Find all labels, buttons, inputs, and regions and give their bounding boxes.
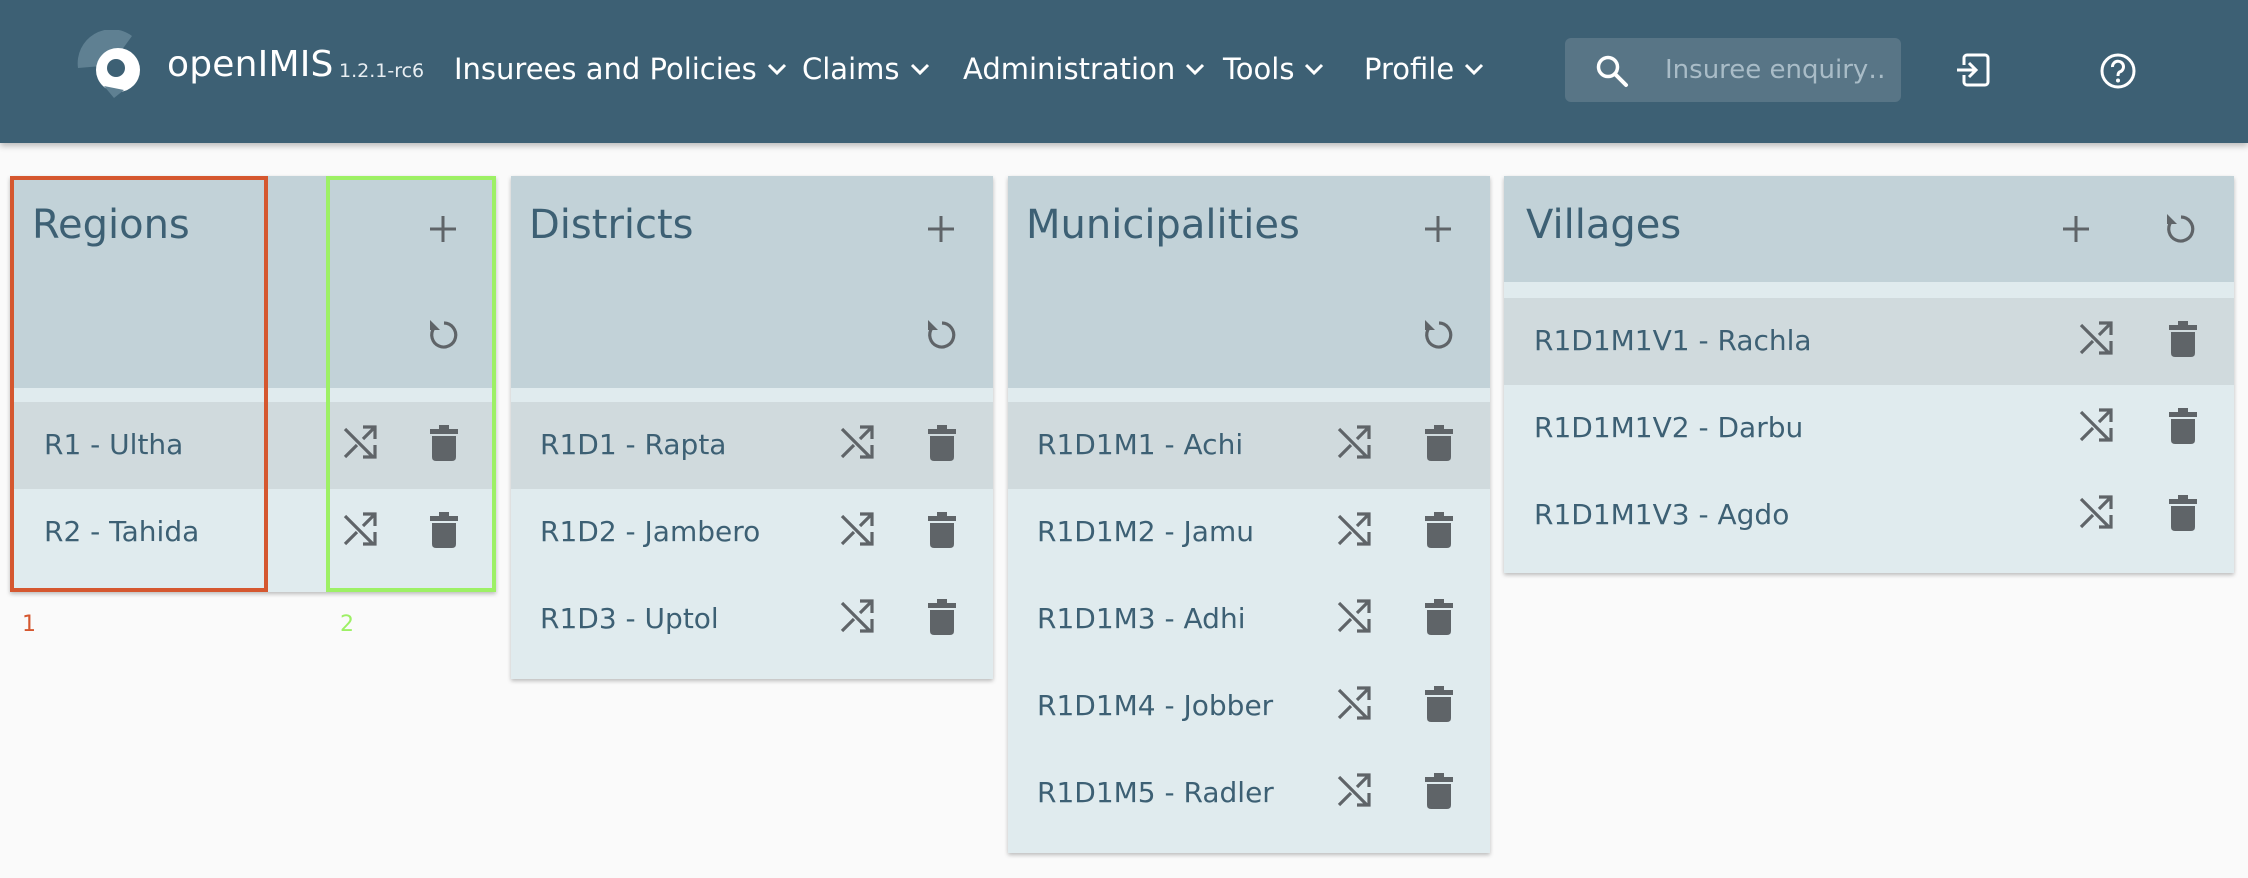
shuffle-icon[interactable] — [2078, 407, 2114, 443]
district-item[interactable]: R1D1 - Rapta — [511, 402, 993, 489]
village-item[interactable]: R1D1M1V3 - Agdo — [1504, 472, 2234, 559]
refresh-icon[interactable] — [924, 316, 960, 354]
villages-panel: Villages R1D1M1V1 - Rachla R1D1M1V2 - Da… — [1504, 176, 2234, 573]
shuffle-icon[interactable] — [1336, 424, 1372, 460]
openimis-logo — [77, 30, 140, 98]
refresh-icon[interactable] — [2163, 210, 2199, 248]
annotation-box-2 — [326, 176, 496, 592]
help-icon[interactable] — [2099, 52, 2137, 90]
district-item-label: R1D1 - Rapta — [540, 428, 727, 461]
shuffle-icon[interactable] — [1336, 598, 1372, 634]
add-icon[interactable] — [1421, 212, 1455, 246]
municipalities-title: Municipalities — [1026, 202, 1300, 248]
district-item[interactable]: R1D2 - Jambero — [511, 489, 993, 576]
shuffle-icon[interactable] — [1336, 511, 1372, 547]
districts-panel: Districts R1D1 - Rapta R1D2 - Jambero R1… — [511, 176, 993, 679]
app-bar: openIMIS 1.2.1-rc6 Insurees and Policies… — [0, 0, 2248, 143]
menu-label: Insurees and Policies — [454, 52, 757, 86]
municipality-item[interactable]: R1D1M4 - Jobber — [1008, 663, 1490, 750]
app-version: 1.2.1-rc6 — [339, 60, 425, 82]
delete-icon[interactable] — [927, 511, 957, 549]
insuree-enquiry-search — [1565, 38, 1901, 102]
annotation-box-1 — [10, 176, 268, 592]
village-item-label: R1D1M1V3 - Agdo — [1534, 498, 1790, 531]
chevron-down-icon — [910, 63, 929, 76]
village-item[interactable]: R1D1M1V2 - Darbu — [1504, 385, 2234, 472]
village-item-label: R1D1M1V2 - Darbu — [1534, 411, 1804, 444]
district-item-label: R1D3 - Uptol — [540, 602, 719, 635]
villages-title: Villages — [1526, 202, 1682, 248]
menu-label: Tools — [1223, 52, 1295, 86]
brand-name[interactable]: openIMIS — [167, 44, 334, 85]
shuffle-icon[interactable] — [839, 598, 875, 634]
municipality-item-label: R1D1M2 - Jamu — [1037, 515, 1254, 548]
refresh-icon[interactable] — [1421, 316, 1457, 354]
delete-icon[interactable] — [2168, 494, 2198, 532]
menu-tools[interactable]: Tools — [1223, 52, 1324, 86]
chevron-down-icon — [1465, 63, 1484, 76]
village-item[interactable]: R1D1M1V1 - Rachla — [1504, 298, 2234, 385]
municipality-item[interactable]: R1D1M2 - Jamu — [1008, 489, 1490, 576]
shuffle-icon[interactable] — [1336, 772, 1372, 808]
shuffle-icon[interactable] — [839, 424, 875, 460]
delete-icon[interactable] — [1424, 511, 1454, 549]
municipality-item-label: R1D1M4 - Jobber — [1037, 689, 1274, 722]
district-item-label: R1D2 - Jambero — [540, 515, 761, 548]
shuffle-icon[interactable] — [839, 511, 875, 547]
municipality-item-label: R1D1M5 - Radler — [1037, 776, 1274, 809]
menu-profile[interactable]: Profile — [1364, 52, 1484, 86]
delete-icon[interactable] — [927, 424, 957, 462]
menu-label: Administration — [963, 52, 1176, 86]
annotation-number-1: 1 — [22, 612, 36, 637]
delete-icon[interactable] — [1424, 685, 1454, 723]
menu-claims[interactable]: Claims — [802, 52, 930, 86]
insuree-enquiry-input[interactable] — [1665, 50, 1885, 90]
menu-label: Profile — [1364, 52, 1455, 86]
add-icon[interactable] — [2059, 212, 2093, 246]
municipality-item-label: R1D1M3 - Adhi — [1037, 602, 1246, 635]
menu-label: Claims — [802, 52, 900, 86]
districts-title: Districts — [529, 202, 694, 248]
shuffle-icon[interactable] — [1336, 685, 1372, 721]
district-item[interactable]: R1D3 - Uptol — [511, 576, 993, 663]
chevron-down-icon — [1186, 63, 1205, 76]
municipality-item[interactable]: R1D1M3 - Adhi — [1008, 576, 1490, 663]
delete-icon[interactable] — [2168, 320, 2198, 358]
add-icon[interactable] — [924, 212, 958, 246]
shuffle-icon[interactable] — [2078, 494, 2114, 530]
delete-icon[interactable] — [927, 598, 957, 636]
municipalities-panel: Municipalities R1D1M1 - Achi R1D1M2 - Ja… — [1008, 176, 1490, 853]
municipality-item[interactable]: R1D1M1 - Achi — [1008, 402, 1490, 489]
delete-icon[interactable] — [1424, 598, 1454, 636]
shuffle-icon[interactable] — [2078, 320, 2114, 356]
delete-icon[interactable] — [2168, 407, 2198, 445]
municipality-item-label: R1D1M1 - Achi — [1037, 428, 1244, 461]
menu-administration[interactable]: Administration — [963, 52, 1205, 86]
menu-insurees-and-policies[interactable]: Insurees and Policies — [454, 52, 787, 86]
annotation-number-2: 2 — [340, 612, 354, 637]
search-icon[interactable] — [1595, 54, 1629, 88]
village-item-label: R1D1M1V1 - Rachla — [1534, 324, 1812, 357]
chevron-down-icon — [1305, 63, 1324, 76]
delete-icon[interactable] — [1424, 772, 1454, 810]
logout-icon[interactable] — [1955, 52, 1991, 88]
municipality-item[interactable]: R1D1M5 - Radler — [1008, 750, 1490, 837]
chevron-down-icon — [767, 63, 786, 76]
delete-icon[interactable] — [1424, 424, 1454, 462]
